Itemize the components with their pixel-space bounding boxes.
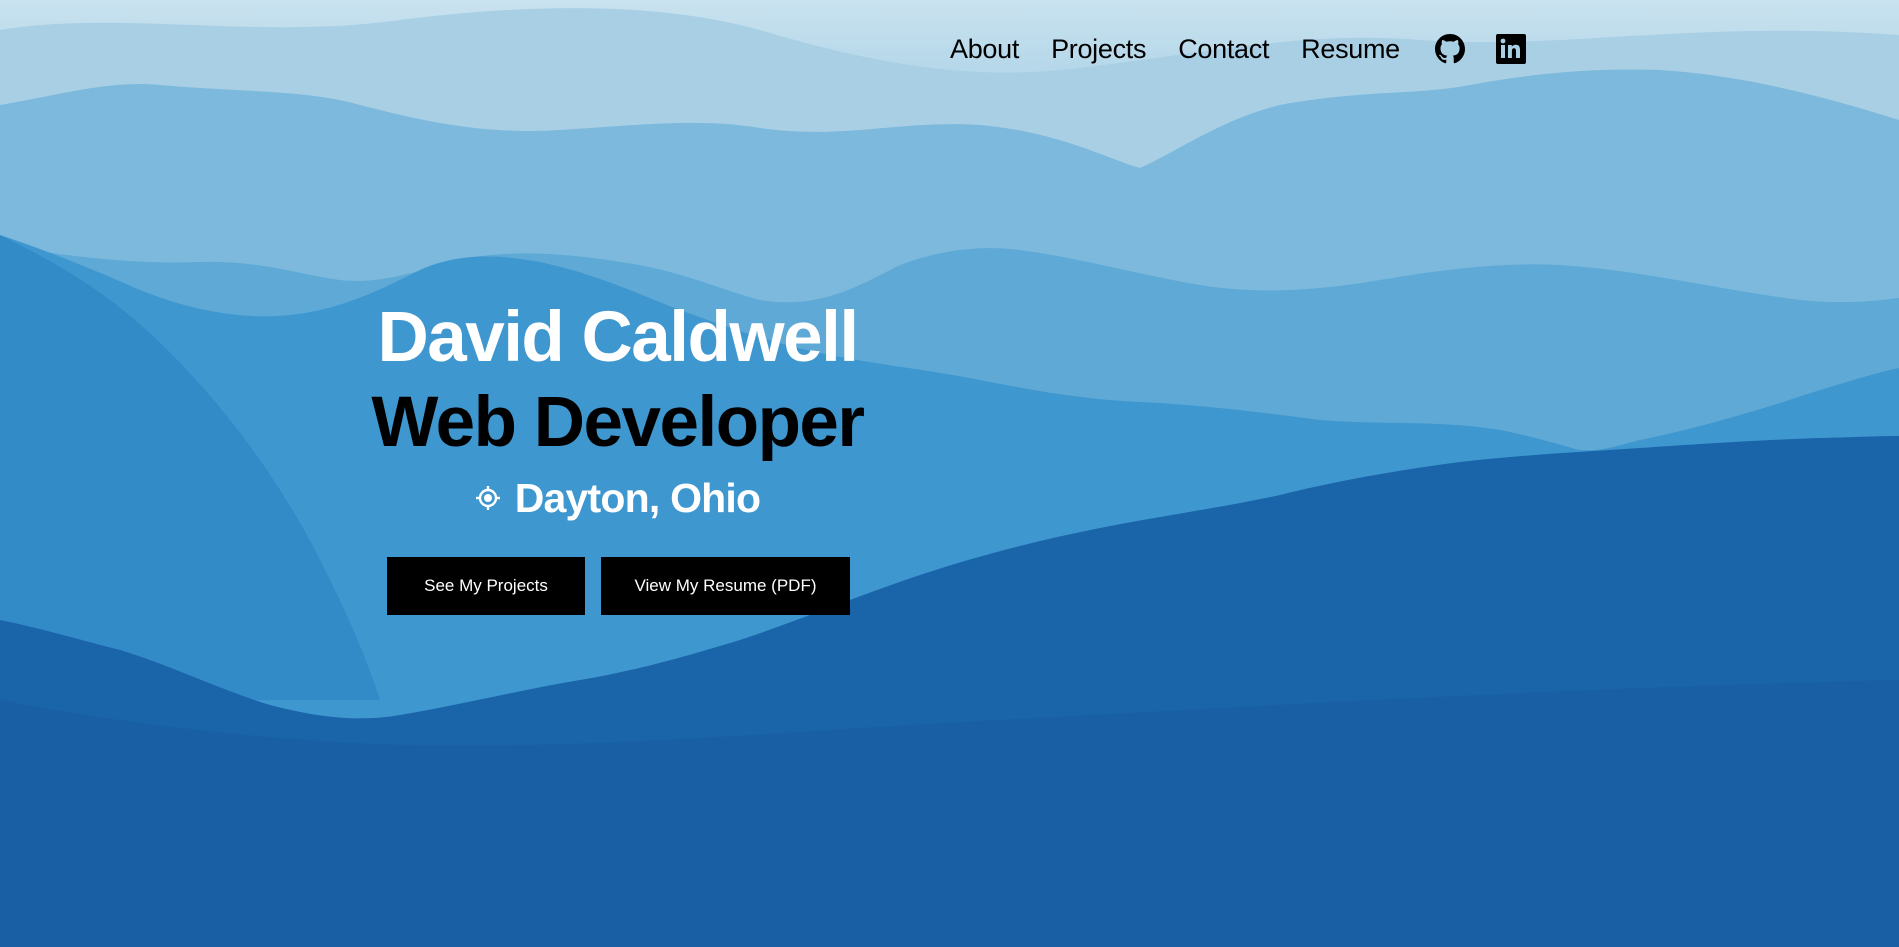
hero-buttons: See My Projects View My Resume (PDF) — [387, 557, 850, 615]
hero-section: David Caldwell Web Developer Dayton, Ohi… — [340, 296, 895, 524]
nav-about-link[interactable]: About — [950, 34, 1019, 65]
location-text: Dayton, Ohio — [514, 474, 761, 521]
crosshair-location-icon — [475, 485, 501, 511]
view-resume-button[interactable]: View My Resume (PDF) — [601, 557, 850, 615]
nav-resume-link[interactable]: Resume — [1301, 34, 1400, 65]
linkedin-icon[interactable] — [1495, 33, 1527, 65]
top-navigation: About Projects Contact Resume — [950, 28, 1527, 70]
hero-name: David Caldwell — [377, 298, 859, 377]
page: About Projects Contact Resume David Cald… — [0, 0, 1899, 947]
github-icon[interactable] — [1434, 33, 1466, 65]
nav-contact-link[interactable]: Contact — [1178, 34, 1269, 65]
nav-projects-link[interactable]: Projects — [1051, 34, 1146, 65]
mountain-background — [0, 8, 1899, 947]
hero-title: Web Developer — [371, 383, 865, 462]
see-projects-button[interactable]: See My Projects — [387, 557, 585, 615]
hero-location: Dayton, Ohio — [340, 472, 895, 524]
